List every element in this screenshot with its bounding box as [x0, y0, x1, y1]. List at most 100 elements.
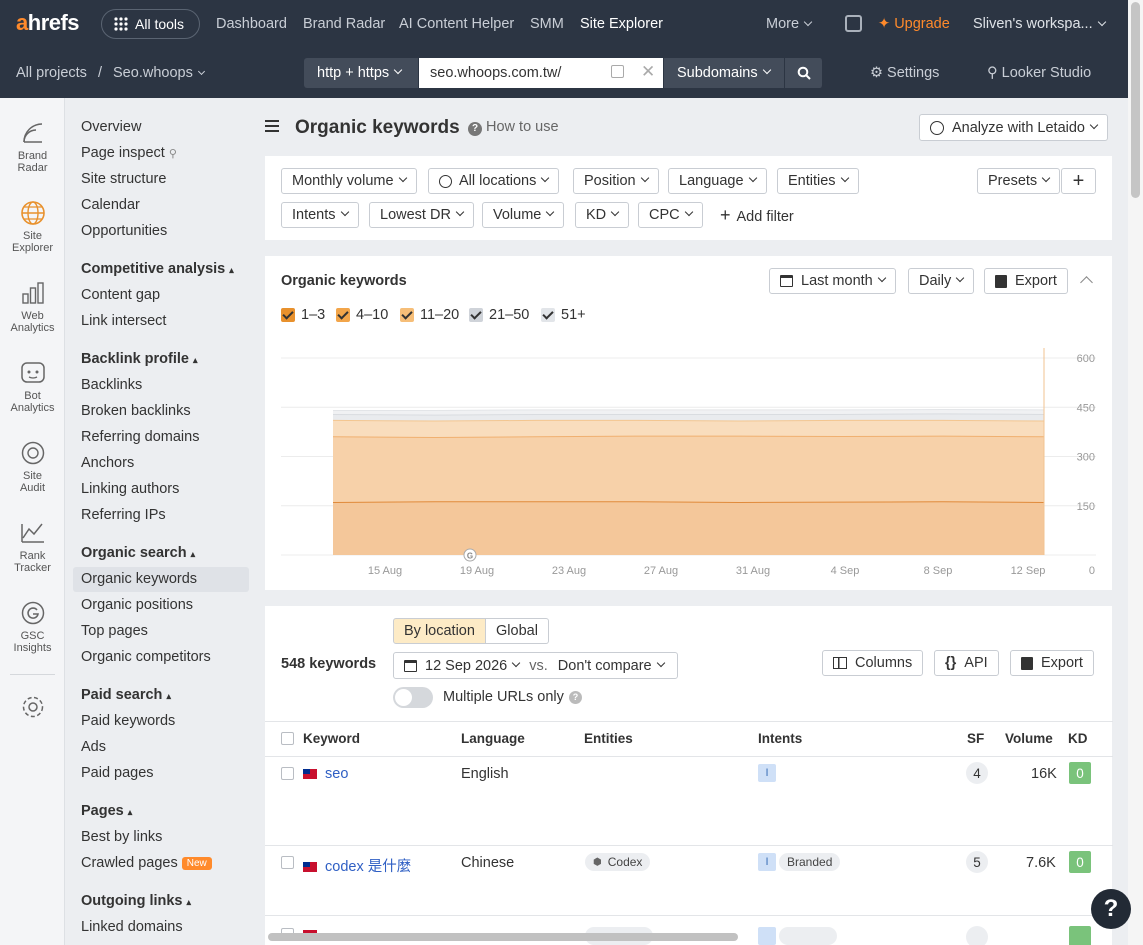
more-menu[interactable]: More: [766, 16, 813, 32]
sidenav-ads[interactable]: Ads: [81, 739, 106, 755]
scrollbar-thumb[interactable]: [1131, 2, 1140, 198]
sidenav-link-intersect[interactable]: Link intersect: [81, 313, 166, 329]
rail-settings[interactable]: [0, 694, 65, 724]
row-checkbox[interactable]: [281, 767, 294, 780]
help-icon[interactable]: ?: [569, 691, 582, 704]
filter-all-locations[interactable]: All locations: [428, 168, 560, 194]
add-filter-button[interactable]: + Add filter: [720, 205, 794, 226]
chart-export-button[interactable]: Export: [984, 268, 1068, 294]
section-paid-search[interactable]: Paid search ▴: [81, 687, 171, 703]
workspace-menu[interactable]: Sliven's workspa...: [973, 16, 1106, 32]
sidenav-site-structure[interactable]: Site structure: [81, 171, 166, 187]
sidenav-paid-keywords[interactable]: Paid keywords: [81, 713, 175, 729]
ahrefs-logo[interactable]: ahrefs: [16, 10, 80, 36]
sidenav-linked-domains[interactable]: Linked domains: [81, 919, 183, 935]
breadcrumb-all-projects[interactable]: All projects: [16, 65, 87, 81]
period-select[interactable]: Last month: [769, 268, 896, 294]
table-export-button[interactable]: Export: [1010, 650, 1094, 676]
sidenav-top-pages[interactable]: Top pages: [81, 623, 148, 639]
nav-ai-content-helper[interactable]: AI Content Helper: [399, 16, 514, 32]
legend-11-20[interactable]: 11–20: [400, 307, 459, 323]
breadcrumb-project[interactable]: Seo.whoops: [113, 65, 193, 81]
date-compare-select[interactable]: 12 Sep 2026 vs. Don't compare: [393, 652, 678, 679]
sf-count[interactable]: 5: [966, 851, 988, 873]
nav-smm[interactable]: SMM: [530, 16, 564, 32]
sf-count[interactable]: 4: [966, 762, 988, 784]
filter-position[interactable]: Position: [573, 168, 659, 194]
how-to-use-link[interactable]: ? How to use: [468, 119, 559, 136]
rail-gsc-insights[interactable]: GSC Insights: [0, 600, 65, 654]
settings-button[interactable]: ⚙ Settings: [870, 65, 939, 81]
col-volume[interactable]: Volume: [1005, 731, 1053, 746]
protocol-select[interactable]: http + https: [304, 58, 419, 88]
help-button[interactable]: ?: [1091, 889, 1131, 929]
section-competitive-analysis[interactable]: Competitive analysis ▴: [81, 261, 234, 277]
filter-intents[interactable]: Intents: [281, 202, 359, 228]
filter-monthly-volume[interactable]: Monthly volume: [281, 168, 417, 194]
filter-lowest-dr[interactable]: Lowest DR: [369, 202, 474, 228]
upgrade-button[interactable]: ✦ Upgrade: [878, 16, 950, 32]
tab-by-location[interactable]: By location: [393, 618, 486, 644]
filter-volume[interactable]: Volume: [482, 202, 565, 228]
search-button[interactable]: [785, 58, 823, 88]
presets-button[interactable]: Presets: [977, 168, 1061, 194]
add-preset-button[interactable]: +: [1061, 168, 1096, 194]
api-button[interactable]: {} API: [934, 650, 999, 676]
row-checkbox[interactable]: [281, 856, 294, 869]
filter-kd[interactable]: KD: [575, 202, 630, 228]
url-input[interactable]: seo.whoops.com.tw/ ✕: [419, 58, 664, 88]
sidenav-referring-ips[interactable]: Referring IPs: [81, 507, 166, 523]
filter-language[interactable]: Language: [668, 168, 767, 194]
sidenav-page-inspect[interactable]: Page inspect ⚲: [81, 145, 177, 161]
legend-1-3[interactable]: 1–3: [281, 307, 325, 323]
sidenav-calendar[interactable]: Calendar: [81, 197, 140, 213]
sidenav-crawled-pages[interactable]: Crawled pages New: [81, 855, 212, 871]
organic-keywords-chart[interactable]: 600 450 300 150 0 15 Aug 19 Aug 23 Aug 27 Aug 31 …: [265, 340, 1112, 585]
section-outgoing-links[interactable]: Outgoing links ▴: [81, 893, 191, 909]
all-tools-button[interactable]: All tools: [101, 9, 200, 39]
page-scrollbar[interactable]: [1128, 0, 1143, 945]
clear-icon[interactable]: ✕: [641, 62, 655, 82]
scope-select[interactable]: Subdomains: [664, 58, 785, 88]
interval-select[interactable]: Daily: [908, 268, 975, 294]
col-kd[interactable]: KD: [1068, 731, 1088, 746]
nav-dashboard[interactable]: Dashboard: [216, 16, 287, 32]
columns-button[interactable]: Columns: [822, 650, 924, 676]
legend-21-50[interactable]: 21–50: [469, 307, 529, 323]
sidenav-organic-keywords[interactable]: Organic keywords: [81, 571, 197, 587]
looker-studio-button[interactable]: ⚲ Looker Studio: [987, 65, 1091, 81]
section-organic-search[interactable]: Organic search ▴: [81, 545, 195, 561]
rail-site-audit[interactable]: Site Audit: [0, 440, 65, 494]
multiple-urls-toggle[interactable]: [393, 687, 433, 708]
section-backlink-profile[interactable]: Backlink profile ▴: [81, 351, 198, 367]
sidenav-best-by-links[interactable]: Best by links: [81, 829, 162, 845]
tablet-icon[interactable]: [845, 15, 862, 32]
sidenav-anchors[interactable]: Anchors: [81, 455, 134, 471]
col-keyword[interactable]: Keyword: [303, 731, 360, 746]
nav-site-explorer[interactable]: Site Explorer: [580, 16, 663, 32]
rail-site-explorer[interactable]: Site Explorer: [0, 200, 65, 254]
sidenav-content-gap[interactable]: Content gap: [81, 287, 160, 303]
col-language[interactable]: Language: [461, 731, 525, 746]
sidenav-linking-authors[interactable]: Linking authors: [81, 481, 179, 497]
sidenav-organic-competitors[interactable]: Organic competitors: [81, 649, 211, 665]
sidenav-referring-domains[interactable]: Referring domains: [81, 429, 199, 445]
col-sf[interactable]: SF: [967, 731, 984, 746]
sidenav-overview[interactable]: Overview: [81, 119, 141, 135]
select-all-checkbox[interactable]: [281, 732, 294, 745]
keyword-link[interactable]: seo: [303, 766, 348, 782]
tab-global[interactable]: Global: [486, 618, 549, 644]
sidenav-organic-positions[interactable]: Organic positions: [81, 597, 193, 613]
nav-brand-radar[interactable]: Brand Radar: [303, 16, 385, 32]
horizontal-scrollbar[interactable]: [268, 933, 738, 941]
open-external-icon[interactable]: [611, 65, 624, 78]
sidenav-paid-pages[interactable]: Paid pages: [81, 765, 154, 781]
rail-web-analytics[interactable]: Web Analytics: [0, 280, 65, 334]
rail-rank-tracker[interactable]: Rank Tracker: [0, 520, 65, 574]
analyze-letaido-button[interactable]: Analyze with Letaido: [919, 114, 1108, 141]
legend-4-10[interactable]: 4–10: [336, 307, 388, 323]
section-pages[interactable]: Pages ▴: [81, 803, 132, 819]
sidenav-opportunities[interactable]: Opportunities: [81, 223, 167, 239]
rail-brand-radar[interactable]: Brand Radar: [0, 120, 65, 174]
col-entities[interactable]: Entities: [584, 731, 633, 746]
